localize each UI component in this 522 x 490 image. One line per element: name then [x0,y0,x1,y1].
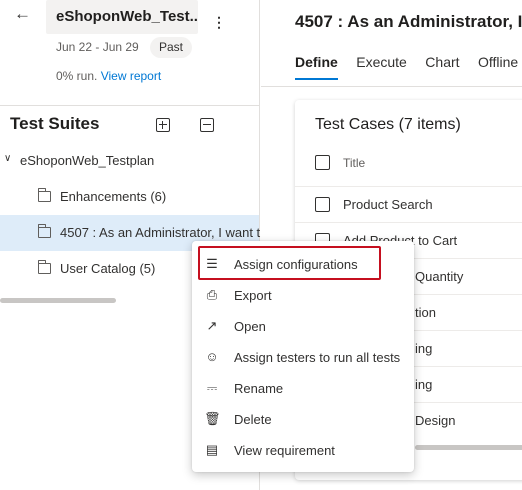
run-percentage: 0% run. [56,69,98,83]
printer-icon: ⎙ [206,287,218,302]
menu-item-assign-testers[interactable]: ☺ Assign testers to run all tests [192,342,414,373]
menu-item-label: View requirement [234,443,335,458]
run-info: 0% run. View report [56,68,166,84]
tab-offline-test-execution[interactable]: Offline te [478,54,522,78]
tab-execute[interactable]: Execute [356,54,407,78]
collapse-all-icon[interactable] [200,118,214,132]
add-suite-icon[interactable] [156,118,170,132]
tree-item-label: eShoponWeb_Testplan [20,153,155,168]
rename-icon: ⎓ [206,380,218,395]
menu-item-view-requirement[interactable]: ▤ View requirement [192,435,414,466]
tree-item-label: User Catalog (5) [60,261,156,276]
test-case-title[interactable]: ing [415,341,432,356]
tab-bar: Define Execute Chart Offline te [295,54,522,86]
menu-item-assign-configurations[interactable]: ☰ Assign configurations [192,249,414,280]
work-item-title: 4507 : As an Administrator, I w [295,12,522,31]
test-case-title[interactable]: Design [415,413,455,428]
table-row[interactable]: Product Search [295,186,522,222]
trash-icon: 🗑 [204,411,221,426]
horizontal-scrollbar[interactable] [0,298,116,303]
column-header-title[interactable]: Title [343,156,365,170]
plan-date-range: Jun 22 - Jun 29 [56,40,139,54]
folder-icon [38,188,51,202]
menu-item-rename[interactable]: ⎓ Rename [192,373,414,404]
tree-item-label: Enhancements (6) [60,189,167,204]
suite-context-menu: ☰ Assign configurations ⎙ Export ↗ Open … [192,241,414,472]
menu-item-label: Assign configurations [234,257,358,272]
test-case-title[interactable]: Product Search [343,197,433,212]
select-all-checkbox[interactable] [315,155,330,170]
tree-item-enhancements[interactable]: Enhancements (6) [0,179,259,215]
checklist-icon: ☰ [206,256,218,271]
divider [0,105,259,106]
test-suites-header: Test Suites [10,114,100,133]
view-report-link[interactable]: View report [101,69,161,83]
requirement-folder-icon [38,224,51,238]
folder-icon [38,260,51,274]
tree-item-label: 4507 : As an Administrator, I want t [60,225,261,240]
menu-item-label: Rename [234,381,284,396]
menu-item-export[interactable]: ⎙ Export [192,280,414,311]
horizontal-scrollbar[interactable] [415,445,522,450]
back-arrow-icon[interactable]: ← [14,4,38,24]
people-icon: ☺ [205,349,219,364]
tab-chart[interactable]: Chart [425,54,459,78]
open-external-icon: ↗ [206,318,218,333]
chevron-down-icon[interactable]: ∨ [4,153,11,164]
menu-item-label: Assign testers to run all tests [234,350,401,365]
menu-item-label: Export [234,288,272,303]
test-case-title[interactable]: tion [415,305,436,320]
menu-item-label: Open [234,319,266,334]
status-badge: Past [150,37,193,58]
table-header: Title [295,146,522,180]
test-plan-title[interactable]: eShoponWeb_Test... [46,0,198,34]
more-vertical-icon[interactable]: ⋮ [212,12,226,32]
test-case-title[interactable]: ing [415,377,432,392]
menu-item-delete[interactable]: 🗑 Delete [192,404,414,435]
menu-item-open[interactable]: ↗ Open [192,311,414,342]
tab-define[interactable]: Define [295,54,338,80]
document-icon: ▤ [205,442,219,457]
test-cases-title: Test Cases (7 items) [315,116,461,133]
test-case-title[interactable]: Quantity [415,269,463,284]
row-checkbox[interactable] [315,197,330,212]
divider [261,86,522,87]
tree-item-root-suite[interactable]: ∨ eShoponWeb_Testplan [0,143,259,179]
menu-item-label: Delete [234,412,272,427]
